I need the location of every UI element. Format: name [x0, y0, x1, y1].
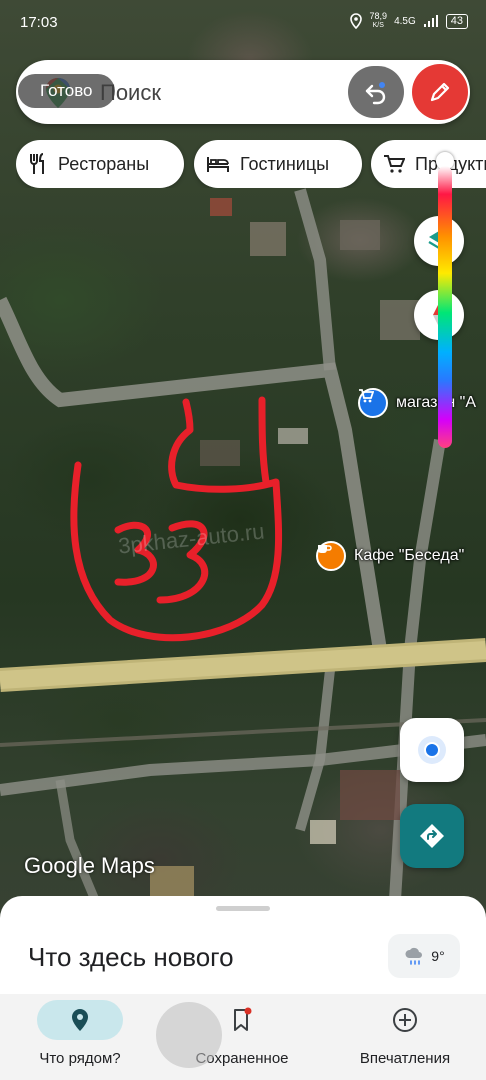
nav-explore[interactable]: Что рядом?: [20, 1000, 140, 1074]
nav-label: Впечатления: [359, 1050, 451, 1067]
undo-icon: [365, 82, 386, 105]
nav-contribute[interactable]: Впечатления: [345, 1000, 465, 1074]
status-time: 17:03: [20, 14, 58, 31]
weather-temp: 9°: [431, 948, 445, 964]
network-type: 4.5G: [394, 15, 416, 27]
cart-icon: [384, 155, 405, 173]
bottom-sheet[interactable]: Что здесь нового 9°: [0, 896, 486, 1000]
chip-label: Гостиницы: [240, 153, 330, 174]
coffee-cup-icon: [316, 541, 346, 571]
location-icon: [349, 13, 362, 29]
poi-shop[interactable]: магазин "А: [358, 388, 476, 418]
directions-icon: [420, 824, 444, 848]
directions-button[interactable]: [400, 804, 464, 868]
done-button[interactable]: Готово: [18, 74, 115, 108]
pencil-icon: [430, 82, 450, 102]
touch-indicator: [156, 1002, 222, 1068]
sheet-title: Что здесь нового: [28, 942, 234, 972]
nav-label: Что рядом?: [39, 1050, 121, 1067]
explore-pin-icon: [72, 1009, 88, 1031]
rain-cloud-icon: [405, 947, 423, 965]
chip-groceries[interactable]: Продукты: [371, 140, 486, 188]
hotel-icon: [207, 157, 229, 172]
undo-button[interactable]: [348, 66, 404, 118]
category-chips: Рестораны Гостиницы Продукты: [16, 140, 486, 188]
nav-pill: [37, 1000, 123, 1040]
status-bar: 17:03 78,9 K/S 4.5G 43: [0, 0, 486, 44]
shopping-cart-icon: [358, 388, 388, 418]
color-slider[interactable]: [434, 152, 456, 448]
google-maps-logo: Google Maps: [24, 853, 155, 878]
chip-restaurants[interactable]: Рестораны: [16, 140, 184, 188]
chip-hotels[interactable]: Гостиницы: [194, 140, 362, 188]
nav-pill: [362, 1000, 448, 1040]
battery-level: 43: [445, 13, 468, 29]
bottom-navigation: Что рядом? Сохраненное Впечатления: [0, 994, 486, 1080]
network-speed: 78,9 K/S: [370, 12, 388, 30]
pen-tool-button[interactable]: [412, 64, 468, 120]
restaurant-icon: [30, 153, 44, 174]
my-location-icon: [424, 742, 440, 758]
signal-icon: [423, 15, 438, 27]
status-indicators: 78,9 K/S 4.5G 43: [349, 12, 468, 30]
net-speed-value: 78,9: [369, 11, 388, 21]
my-location-button[interactable]: [400, 718, 464, 782]
search-bar[interactable]: Поиск Готово: [16, 60, 470, 124]
poi-cafe[interactable]: Кафе "Беседа": [316, 541, 464, 571]
add-circle-icon: [393, 1008, 417, 1032]
net-speed-unit: K/S: [372, 22, 384, 29]
color-spectrum-bar[interactable]: [438, 166, 452, 448]
poi-cafe-label: Кафе "Беседа": [354, 547, 465, 564]
bookmark-icon: [234, 1007, 252, 1031]
weather-widget[interactable]: 9°: [388, 934, 460, 978]
sheet-drag-handle[interactable]: [216, 906, 270, 911]
chip-label: Рестораны: [58, 153, 150, 174]
